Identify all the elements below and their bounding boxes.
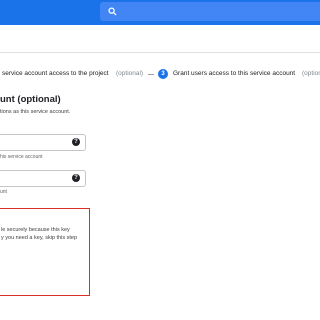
field-hint: his service account [0,154,43,160]
search-bar[interactable] [100,2,320,21]
help-icon[interactable]: ? [72,174,80,182]
step-2-label[interactable]: service account access to the project [2,68,109,80]
field-hint: unt [0,189,7,195]
section-description: tions as this service account. [0,109,71,115]
warning-line: le securely because this key [1,227,70,233]
section-title: unt (optional) [0,94,61,105]
key-warning-box: le securely because this key y you need … [0,208,90,296]
step-2-optional: (optional) [116,70,144,77]
create-service-account-stepper: service account access to the project (o… [0,68,320,80]
warning-text: le securely because this key y you need … [1,226,89,242]
service-account-users-field[interactable]: ? [0,134,86,151]
step-3-label[interactable]: Grant users access to this service accou… [173,68,295,80]
header-divider [0,52,320,53]
warning-line: y you need a key, skip this step [1,235,78,241]
step-3-optional: (optional [302,70,320,77]
step-separator [148,74,154,75]
step-3-circle[interactable]: 3 [158,69,168,79]
service-account-admins-field[interactable]: ? [0,170,86,187]
search-icon[interactable] [108,7,117,16]
help-icon[interactable]: ? [72,138,80,146]
top-app-bar [0,0,320,25]
